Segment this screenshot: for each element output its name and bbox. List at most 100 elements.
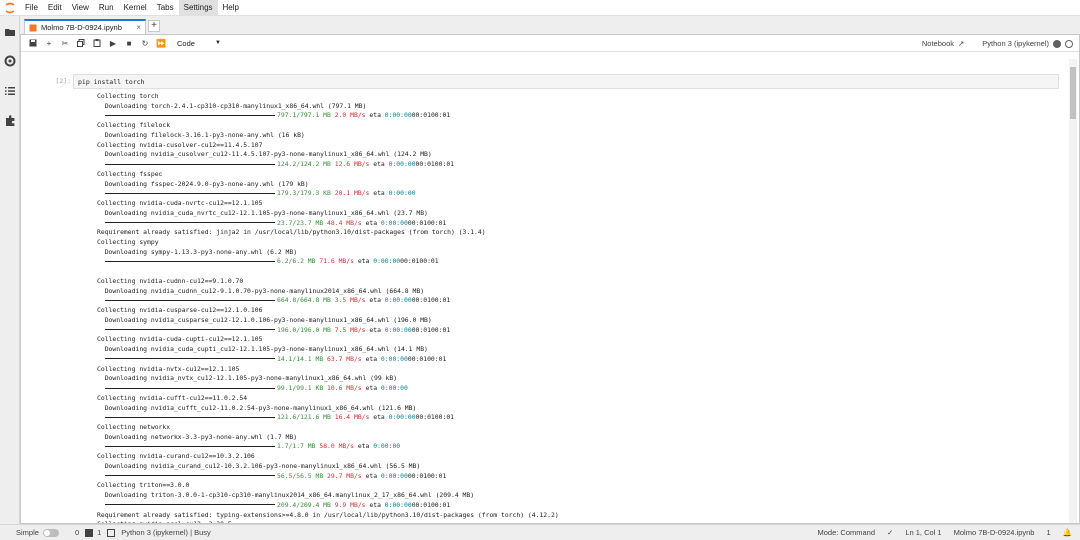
scrollbar[interactable] — [1069, 59, 1077, 523]
folder-icon[interactable] — [4, 26, 16, 38]
progress-size: 196.0/196.0 MB — [277, 325, 331, 334]
run-icon[interactable]: ▶ — [105, 35, 121, 52]
menu-kernel[interactable]: Kernel — [119, 0, 152, 16]
output-line: Collecting nvidia-curand-cu12==10.3.2.10… — [97, 452, 255, 461]
tab-bar: Molmo 7B-D-0924.ipynb × + — [20, 16, 1080, 34]
progress-eta: eta — [373, 413, 389, 422]
progress-line: 797.1/797.1 MB 2.0 MB/s eta 0:00:0000:01… — [97, 111, 1057, 121]
progress-size: 6.2/6.2 MB — [277, 257, 316, 266]
new-tab-button[interactable]: + — [148, 20, 160, 32]
progress-eta: eta — [365, 218, 381, 227]
check-icon: ✓ — [887, 528, 894, 537]
main-area: Molmo 7B-D-0924.ipynb × + + ✂ ▶ ■ ↻ ⏩ Co… — [20, 16, 1080, 524]
progress-line: 23.7/23.7 MB 48.4 MB/s eta 0:00:0000:010… — [97, 219, 1057, 229]
notebook-label[interactable]: Notebook — [922, 39, 954, 48]
output-line: Downloading networkx-3.3-py3-none-any.wh… — [97, 432, 298, 441]
simple-mode-toggle[interactable] — [42, 528, 59, 537]
bell-icon[interactable]: 🔔 — [1063, 528, 1072, 537]
progress-speed: 12.6 MB/s — [334, 160, 374, 169]
progress-bar — [105, 222, 275, 224]
progress-speed: 58.0 MB/s — [319, 442, 358, 451]
progress-size: 14.1/14.1 MB — [277, 354, 324, 363]
close-icon[interactable]: × — [136, 23, 141, 32]
kernel-name[interactable]: Python 3 (ipykernel) — [982, 39, 1049, 48]
restart-icon[interactable]: ↻ — [137, 35, 153, 52]
output-line: Collecting triton==3.0.0 — [97, 481, 190, 490]
status-bar: Simple 0 1 Python 3 (ipykernel) | Busy M… — [0, 524, 1080, 540]
left-sidebar — [0, 16, 20, 524]
menu-bar: File Edit View Run Kernel Tabs Settings Help — [0, 0, 1080, 16]
notebook-content[interactable]: [2]: pip install torch Collecting torch … — [21, 53, 1067, 523]
progress-line: 56.5/56.5 MB 29.7 MB/s eta 0:00:0000:010… — [97, 472, 1057, 482]
copy-icon[interactable] — [73, 35, 89, 52]
tab-notebook[interactable]: Molmo 7B-D-0924.ipynb × — [24, 19, 146, 34]
fast-forward-icon[interactable]: ⏩ — [153, 35, 169, 52]
kernel-settings-icon[interactable] — [1065, 39, 1073, 48]
paste-icon[interactable] — [89, 35, 105, 52]
progress-size: 209.4/209.4 MB — [277, 500, 331, 509]
progress-speed: 3.5 MB/s — [334, 296, 370, 305]
progress-line: 664.8/664.8 MB 3.5 MB/s eta 0:00:0000:01… — [97, 296, 1057, 306]
cell-output: Collecting torch Downloading torch-2.4.1… — [97, 92, 1057, 523]
command-mode: Mode: Command — [817, 528, 876, 537]
insert-cell-icon[interactable]: + — [41, 35, 57, 52]
kernels-count: 1 — [97, 528, 102, 537]
stop-icon[interactable]: ■ — [121, 35, 137, 52]
progress-line: 6.2/6.2 MB 71.6 MB/s eta 0:00:0000:0100:… — [97, 257, 1057, 267]
tab-title: Molmo 7B-D-0924.ipynb — [41, 23, 122, 32]
menu-help[interactable]: Help — [218, 0, 244, 16]
extension-icon[interactable] — [4, 115, 16, 127]
progress-bar — [105, 329, 275, 331]
progress-bar — [105, 504, 275, 506]
progress-line: 196.0/196.0 MB 7.5 MB/s eta 0:00:0000:01… — [97, 326, 1057, 336]
cell-type-select[interactable]: Code ▼ — [175, 37, 223, 49]
progress-eta: eta — [357, 442, 374, 451]
menu-file[interactable]: File — [20, 0, 43, 16]
jupyter-logo-icon[interactable] — [0, 0, 20, 16]
progress-eta: eta — [369, 325, 385, 334]
output-line: Collecting nvidia-nvtx-cu12==12.1.105 — [97, 364, 240, 373]
progress-eta: eta — [365, 354, 381, 363]
output-line: Downloading nvidia_nvtx_cu12-12.1.105-py… — [97, 374, 398, 383]
output-line: Downloading nvidia_curand_cu12-10.3.2.10… — [97, 461, 421, 470]
menu-edit[interactable]: Edit — [43, 0, 67, 16]
progress-size: 121.6/121.6 MB — [277, 413, 331, 422]
progress-line: 124.2/124.2 MB 12.6 MB/s eta 0:00:0000:0… — [97, 160, 1057, 170]
progress-size: 124.2/124.2 MB — [277, 160, 331, 169]
scrollbar-thumb[interactable] — [1070, 67, 1076, 119]
output-line: Downloading nvidia_cusolver_cu12-11.4.5.… — [97, 150, 432, 159]
progress-size: 23.7/23.7 MB — [277, 218, 324, 227]
progress-size: 664.8/664.8 MB — [277, 296, 331, 305]
progress-bar — [105, 416, 275, 418]
progress-tail: 00:0100:01 — [400, 257, 439, 266]
running-icon[interactable] — [4, 55, 16, 67]
cell-input[interactable]: pip install torch — [73, 74, 1059, 89]
progress-tail: 00:0100:01 — [407, 218, 447, 227]
menu-run[interactable]: Run — [94, 0, 119, 16]
menu-settings[interactable]: Settings — [178, 0, 218, 16]
kernel-icon — [107, 528, 116, 537]
status-right: Mode: Command ✓ Ln 1, Col 1 Molmo 7B-D-0… — [818, 525, 1073, 540]
menu-view[interactable]: View — [67, 0, 94, 16]
output-line: Downloading torch-2.4.1-cp310-cp310-many… — [97, 101, 367, 110]
table-of-contents-icon[interactable] — [4, 85, 16, 97]
menu-tabs[interactable]: Tabs — [152, 0, 179, 16]
cut-icon[interactable]: ✂ — [57, 35, 73, 52]
progress-time: 0:00:00 — [384, 500, 412, 509]
output-line: Downloading triton-3.0.0-1-cp310-cp310-m… — [97, 491, 475, 500]
output-line: Collecting networkx — [97, 422, 171, 431]
cursor-position[interactable]: Ln 1, Col 1 — [905, 528, 941, 537]
progress-tail: 00:0100:01 — [407, 471, 447, 480]
progress-line: 14.1/14.1 MB 63.7 MB/s eta 0:00:0000:010… — [97, 355, 1057, 365]
progress-tail: 00:0100:01 — [411, 296, 451, 305]
progress-time: 0:00:00 — [388, 160, 416, 169]
progress-time: 0:00:00 — [388, 189, 416, 198]
save-icon[interactable] — [25, 35, 41, 52]
progress-eta: eta — [365, 471, 381, 480]
external-link-icon[interactable]: ↗ — [958, 39, 964, 48]
progress-size: 56.5/56.5 MB — [277, 471, 324, 480]
progress-bar — [105, 475, 275, 477]
progress-size: 797.1/797.1 MB — [277, 111, 331, 120]
kernel-status[interactable]: Python 3 (ipykernel) | Busy — [121, 528, 211, 537]
progress-speed: 7.5 MB/s — [334, 325, 370, 334]
